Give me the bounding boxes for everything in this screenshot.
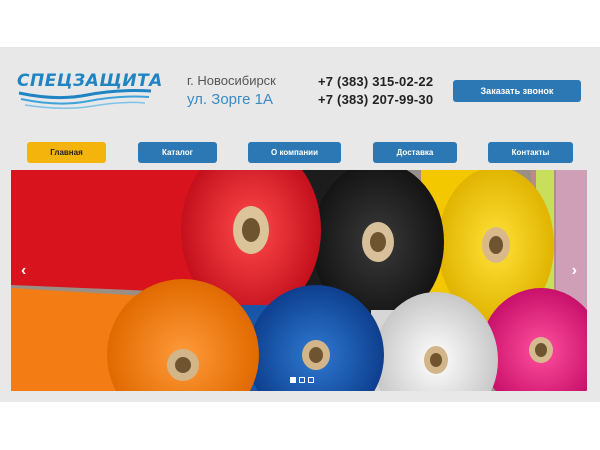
slider-dot-2[interactable]	[299, 377, 305, 383]
hero-slider[interactable]: ‹ ›	[11, 170, 587, 391]
nav-catalog[interactable]: Каталог	[138, 142, 217, 163]
slider-dot-3[interactable]	[308, 377, 314, 383]
nav-home[interactable]: Главная	[27, 142, 106, 163]
slider-dots	[290, 377, 314, 383]
address-city: г. Новосибирск	[187, 73, 276, 88]
nav-about[interactable]: О компании	[248, 142, 341, 163]
nav-contacts[interactable]: Контакты	[488, 142, 573, 163]
address-street: ул. Зорге 1А	[187, 91, 274, 108]
phone-1[interactable]: +7 (383) 315-02-22	[318, 74, 433, 89]
nav-delivery[interactable]: Доставка	[373, 142, 457, 163]
fabric-rolls-image	[11, 170, 587, 391]
phone-2[interactable]: +7 (383) 207-99-30	[318, 92, 433, 107]
logo-wave-icon	[18, 89, 152, 110]
page: СПЕЦЗАЩИТА г. Новосибирск ул. Зорге 1А +…	[0, 47, 600, 402]
callback-button[interactable]: Заказать звонок	[453, 80, 581, 102]
slider-dot-1[interactable]	[290, 377, 296, 383]
chevron-right-icon[interactable]: ›	[572, 262, 577, 280]
chevron-left-icon[interactable]: ‹	[21, 262, 26, 280]
logo[interactable]: СПЕЦЗАЩИТА	[17, 67, 162, 111]
